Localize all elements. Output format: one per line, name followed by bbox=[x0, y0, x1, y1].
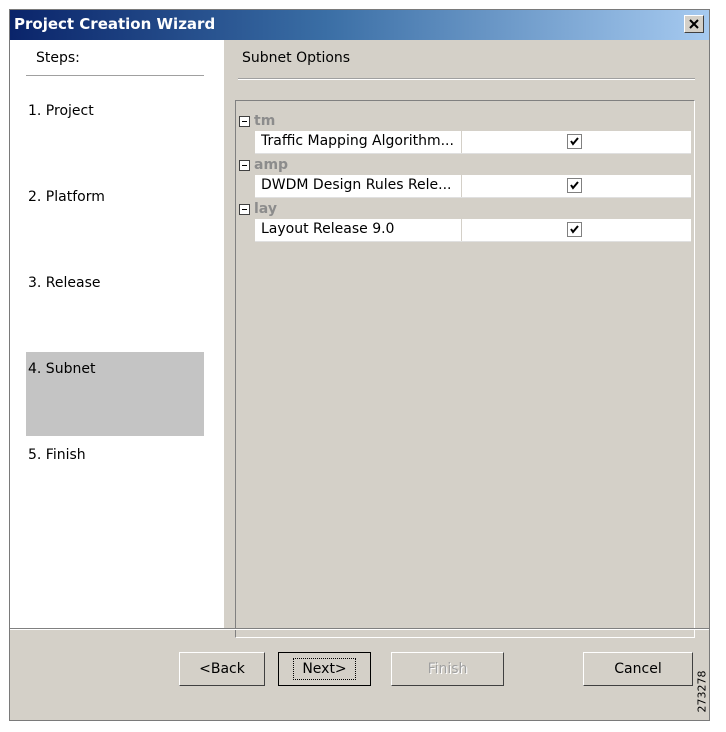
cell-divider bbox=[461, 219, 462, 241]
close-icon bbox=[689, 19, 699, 29]
step-label: 4. Subnet bbox=[28, 361, 96, 377]
close-button[interactable] bbox=[684, 15, 704, 33]
checkmark-icon bbox=[570, 225, 579, 234]
step-label: 3. Release bbox=[28, 275, 101, 291]
step-label: 1. Project bbox=[28, 103, 94, 119]
group-label: amp bbox=[254, 157, 289, 173]
title-bar[interactable]: Project Creation Wizard bbox=[10, 10, 709, 40]
step-project: 1. Project bbox=[26, 94, 204, 178]
wizard-window: Project Creation Wizard Steps: 1. Projec… bbox=[9, 9, 710, 721]
back-button[interactable]: <Back bbox=[179, 652, 265, 686]
checkmark-icon bbox=[570, 137, 579, 146]
finish-button-label: Finish bbox=[427, 661, 468, 677]
step-subnet: 4. Subnet bbox=[26, 352, 204, 436]
collapse-icon[interactable] bbox=[239, 159, 250, 171]
collapse-icon[interactable] bbox=[239, 203, 250, 215]
group-label: lay bbox=[254, 201, 277, 217]
step-label: 5. Finish bbox=[28, 447, 86, 463]
option-checkbox[interactable] bbox=[567, 222, 582, 237]
step-release: 3. Release bbox=[26, 266, 204, 350]
finish-button: Finish bbox=[391, 652, 504, 686]
group-row-tm[interactable]: tm bbox=[239, 111, 689, 131]
steps-panel: Steps: 1. Project 2. Platform 3. Release… bbox=[10, 40, 224, 628]
next-button[interactable]: Next> bbox=[278, 652, 371, 686]
cancel-button-label: Cancel bbox=[614, 661, 662, 677]
step-label: 2. Platform bbox=[28, 189, 105, 205]
next-button-label: Next> bbox=[293, 658, 356, 680]
steps-header: Steps: bbox=[36, 50, 80, 66]
window-title: Project Creation Wizard bbox=[14, 15, 216, 33]
option-label: Traffic Mapping Algorithm... bbox=[261, 133, 454, 149]
cancel-button[interactable]: Cancel bbox=[583, 652, 693, 686]
option-row-layout-release[interactable]: Layout Release 9.0 bbox=[255, 219, 691, 242]
panel-title: Subnet Options bbox=[242, 50, 351, 66]
options-tree: tm Traffic Mapping Algorithm... amp DWDM… bbox=[235, 100, 695, 638]
group-row-amp[interactable]: amp bbox=[239, 155, 689, 175]
option-label: Layout Release 9.0 bbox=[261, 221, 395, 237]
collapse-icon[interactable] bbox=[239, 115, 250, 127]
figure-id-label: 273278 bbox=[695, 670, 709, 713]
step-platform: 2. Platform bbox=[26, 180, 204, 264]
group-row-lay[interactable]: lay bbox=[239, 199, 689, 219]
cell-divider bbox=[461, 175, 462, 197]
group-label: tm bbox=[254, 113, 276, 129]
option-checkbox[interactable] bbox=[567, 178, 582, 193]
option-row-dwdm-design-rules[interactable]: DWDM Design Rules Rele... bbox=[255, 175, 691, 198]
back-button-label: <Back bbox=[199, 661, 245, 677]
footer-divider bbox=[10, 628, 709, 630]
option-checkbox[interactable] bbox=[567, 134, 582, 149]
option-row-traffic-mapping[interactable]: Traffic Mapping Algorithm... bbox=[255, 131, 691, 154]
step-finish: 5. Finish bbox=[26, 438, 204, 522]
checkmark-icon bbox=[570, 181, 579, 190]
steps-divider bbox=[26, 75, 204, 76]
panel-divider bbox=[238, 78, 695, 80]
subnet-options-panel: Subnet Options tm Traffic Mapping Algori… bbox=[224, 40, 709, 638]
figure-id: 273278 bbox=[696, 655, 725, 731]
option-label: DWDM Design Rules Rele... bbox=[261, 177, 452, 193]
cell-divider bbox=[461, 131, 462, 153]
